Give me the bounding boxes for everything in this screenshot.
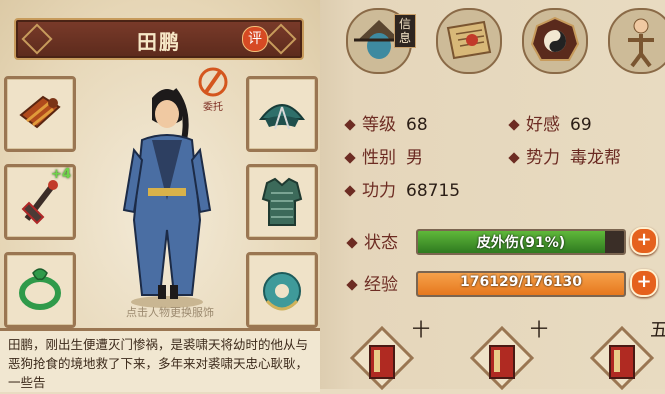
equip-slot-weapon[interactable]: +4 <box>4 164 76 240</box>
jade-ring-icon <box>19 268 61 310</box>
diamond-icon <box>346 237 358 249</box>
bagua-icon <box>530 16 580 61</box>
equip-slot-armor[interactable] <box>246 164 318 240</box>
diamond-icon <box>346 279 358 291</box>
name-banner: 田鹏 评 <box>14 18 304 60</box>
helmet-icon <box>258 104 306 130</box>
gender-value: 男 <box>406 148 423 168</box>
stat-gender: 性别男 <box>344 143 423 168</box>
skill-book-slot-1[interactable] <box>349 325 415 391</box>
skills-icon <box>628 18 654 68</box>
tab-bagua[interactable] <box>522 8 588 74</box>
equip-slot-bracer[interactable] <box>4 76 76 152</box>
rate-button[interactable]: 评 <box>242 26 268 52</box>
experience-row: 经验 176129/176130 + <box>346 268 658 297</box>
equip-slot-helmet[interactable] <box>246 76 318 152</box>
armor-icon <box>261 177 303 226</box>
diamond-icon <box>508 152 520 164</box>
stat-level: 等级 68 <box>344 110 428 135</box>
tab-skills[interactable] <box>608 8 665 74</box>
scroll-icon <box>446 20 492 60</box>
status-bar: 皮外伤(91%) <box>416 229 626 255</box>
status-text: 皮外伤(91%) <box>476 235 566 251</box>
status-row: 状态 皮外伤(91%) + <box>346 226 658 255</box>
stat-faction: 势力 毒龙帮 <box>508 143 621 168</box>
affinity-value: 69 <box>570 115 592 135</box>
diamond-icon <box>344 152 356 164</box>
skill-book-slot-3[interactable] <box>589 325 655 391</box>
experience-text: 176129/176130 <box>459 274 582 290</box>
hero-character-figure[interactable] <box>112 80 222 310</box>
status-label: 状态 <box>346 228 398 253</box>
info-tag: 信息 <box>394 14 416 48</box>
equip-slot-ring[interactable] <box>4 252 76 328</box>
power-value: 68715 <box>406 181 461 201</box>
book-icon <box>469 325 535 391</box>
experience-bar: 176129/176130 <box>416 271 626 297</box>
tab-scroll[interactable] <box>436 8 502 74</box>
plus-mark: 十 <box>412 320 430 341</box>
skill-book-slot-2[interactable] <box>469 325 535 391</box>
experience-label: 经验 <box>346 270 398 295</box>
change-outfit-hint: 点击人物更换服饰 <box>126 306 214 319</box>
faction-value: 毒龙帮 <box>570 148 621 168</box>
hero-bio: 田鹏，刚出生便遭灭门惨祸，是裘啸天将幼时的他从与恶狗抢食的境地救了下来，多年来对… <box>0 328 320 392</box>
bracer-icon <box>19 95 61 129</box>
enhance-level-badge: +4 <box>51 167 71 182</box>
book-icon <box>349 325 415 391</box>
diamond-icon <box>508 119 520 131</box>
level-value: 68 <box>406 115 428 135</box>
stat-affinity: 好感 69 <box>508 110 592 135</box>
diamond-icon <box>344 119 356 131</box>
diamond-icon <box>344 185 356 197</box>
exp-plus-button[interactable]: + <box>630 269 658 297</box>
stat-power: 功力 68715 <box>344 176 461 201</box>
bio-text: 田鹏，刚出生便遭灭门惨祸，是裘啸天将幼时的他从与恶狗抢食的境地救了下来，多年来对… <box>8 337 309 390</box>
character-panel: 田鹏 评 +4 委托 点击人物更换服饰 田鹏，刚出生便遭灭门惨祸，是裘啸天将幼时… <box>0 0 320 392</box>
heal-plus-button[interactable]: + <box>630 227 658 255</box>
book-icon <box>589 325 655 391</box>
